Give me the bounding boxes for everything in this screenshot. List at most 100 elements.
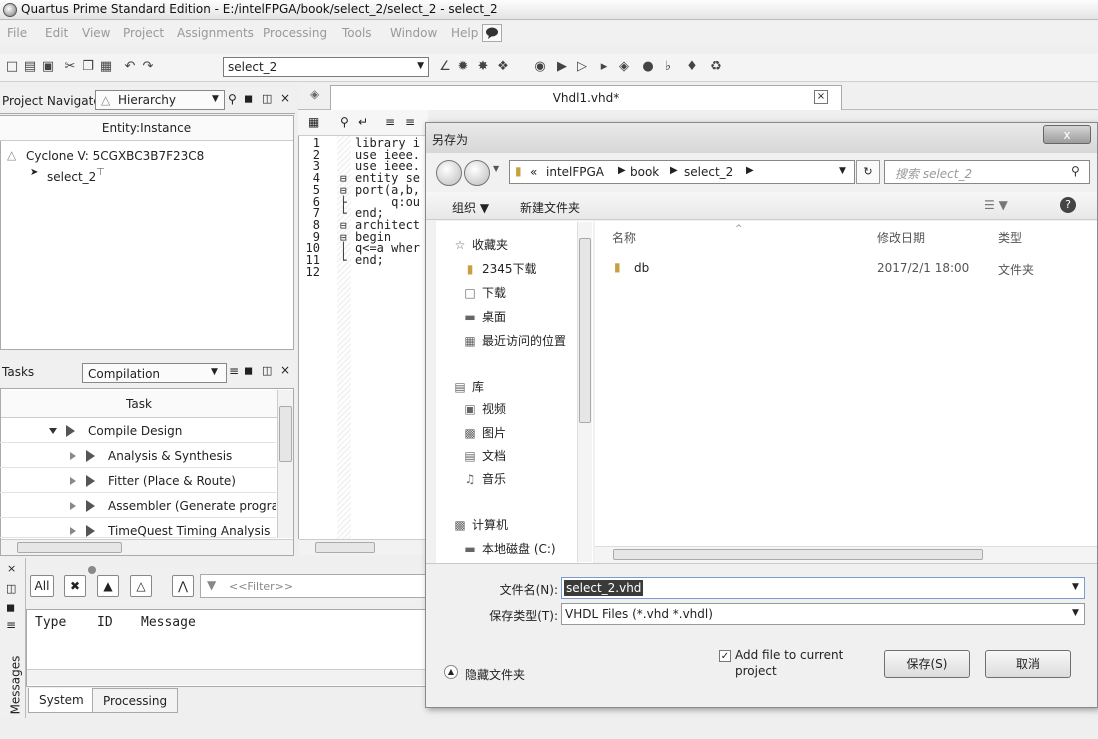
message-filter-input[interactable]: ▼ <<Filter>> xyxy=(200,574,426,598)
list-icon[interactable]: ≡ xyxy=(6,618,16,632)
entity-instance-column[interactable]: Entity:Instance xyxy=(0,116,293,141)
device-label[interactable]: Cyclone V: 5CGXBC3B7F23C8 xyxy=(26,149,204,163)
tab-vhdl1[interactable]: Vhdl1.vhd* xyxy=(330,85,842,110)
pin-icon[interactable]: ◼ xyxy=(244,364,253,377)
open-file-icon[interactable]: ▤ xyxy=(22,59,38,75)
search-input[interactable]: 搜索 select_2 ⚲ xyxy=(884,160,1090,184)
programmer-icon[interactable]: ● xyxy=(640,59,656,75)
start-compilation-icon[interactable]: ▶ xyxy=(554,59,570,75)
scroll-thumb[interactable] xyxy=(579,238,591,423)
undo-icon[interactable]: ↶ xyxy=(122,59,138,75)
tree-vscroll[interactable] xyxy=(577,222,592,562)
column-type[interactable]: Type xyxy=(35,615,66,630)
editor-hscroll[interactable] xyxy=(299,539,426,555)
suppressed-icon[interactable]: ⋀ xyxy=(172,575,194,597)
column-type[interactable]: 类型 xyxy=(998,229,1022,246)
play-icon[interactable] xyxy=(66,425,75,437)
play-icon[interactable] xyxy=(86,525,95,537)
settings-icon[interactable]: ✸ xyxy=(475,59,491,75)
indent-icon[interactable]: ≡ xyxy=(385,115,395,129)
cancel-button[interactable]: 取消 xyxy=(985,650,1071,678)
task-row-compile-design[interactable]: Compile Design xyxy=(0,418,276,443)
refresh-icon[interactable]: ↻ xyxy=(856,160,880,184)
organize-menu[interactable]: 组织 ▼ xyxy=(452,199,489,216)
menu-processing[interactable]: Processing xyxy=(263,26,327,40)
breadcrumb-book[interactable]: book xyxy=(630,165,659,179)
analysis-icon[interactable]: ▷ xyxy=(574,59,590,75)
breadcrumb-overflow[interactable]: « xyxy=(530,165,537,179)
column-date[interactable]: 修改日期 xyxy=(877,229,925,246)
critical-warning-icon[interactable]: ▲ xyxy=(97,575,119,597)
tab-processing[interactable]: Processing xyxy=(92,688,179,713)
scroll-thumb[interactable] xyxy=(279,406,292,462)
all-messages-button[interactable]: All xyxy=(30,575,54,597)
menu-file[interactable]: File xyxy=(7,26,27,40)
close-icon[interactable]: × xyxy=(280,91,290,105)
find-icon[interactable]: ⚲ xyxy=(340,115,349,129)
save-icon[interactable]: ▣ xyxy=(40,59,56,75)
tree-item-music[interactable]: ♫ 音乐 xyxy=(462,470,506,487)
search-icon[interactable]: ⚲ xyxy=(228,92,237,106)
outdent-icon[interactable]: ≡ xyxy=(405,115,415,129)
float-icon[interactable]: ◫ xyxy=(6,582,16,595)
play-icon[interactable] xyxy=(86,500,95,512)
expand-icon[interactable] xyxy=(70,502,76,510)
help-balloon-button[interactable] xyxy=(482,24,502,42)
tree-computer[interactable]: ▩ 计算机 xyxy=(452,516,508,533)
chevron-down-icon[interactable]: ▼ xyxy=(1072,582,1079,592)
dialog-close-button[interactable]: x xyxy=(1043,125,1091,144)
fold-marker-icon[interactable]: └ xyxy=(340,255,347,267)
task-row-fitter[interactable]: Fitter (Place & Route) xyxy=(0,468,276,493)
filetype-select[interactable]: VHDL Files (*.vhd *.vhdl) ▼ xyxy=(561,603,1085,625)
scroll-thumb[interactable] xyxy=(613,549,983,560)
tree-library[interactable]: ▤ 库 xyxy=(452,378,484,395)
chevron-down-icon[interactable]: ▼ xyxy=(493,164,499,173)
warning-icon[interactable]: △ xyxy=(130,575,152,597)
tree-item-desktop[interactable]: ▬ 桌面 xyxy=(462,308,506,325)
expand-icon[interactable] xyxy=(70,527,76,535)
code-line[interactable]: end; xyxy=(355,254,384,267)
project-combo[interactable]: select_2 ▼ xyxy=(223,57,429,77)
files-hscroll[interactable] xyxy=(595,546,1097,563)
help-icon[interactable]: ? xyxy=(1060,197,1076,213)
task-column-header[interactable]: Task xyxy=(1,390,277,418)
timing-icon[interactable]: ▸ xyxy=(596,59,612,75)
messages-hscroll[interactable] xyxy=(27,669,425,685)
tree-item-pictures[interactable]: ▩ 图片 xyxy=(462,424,506,441)
task-row-analysis[interactable]: Analysis & Synthesis xyxy=(0,443,276,468)
pin-icon[interactable]: ◼ xyxy=(6,601,15,614)
stop-icon[interactable]: ◉ xyxy=(532,59,548,75)
tree-item-videos[interactable]: ▣ 视频 xyxy=(462,400,506,417)
tree-item-downloads[interactable]: □ 下载 xyxy=(462,284,506,301)
menu-tools[interactable]: Tools xyxy=(342,26,372,40)
expand-icon[interactable] xyxy=(70,452,76,460)
scroll-thumb[interactable] xyxy=(17,542,122,553)
rtl-viewer-icon[interactable]: ♦ xyxy=(684,59,700,75)
expand-icon[interactable] xyxy=(70,477,76,485)
column-id[interactable]: ID xyxy=(97,615,113,630)
expand-icon[interactable] xyxy=(49,428,57,434)
task-row-timequest[interactable]: TimeQuest Timing Analysis xyxy=(0,518,276,538)
filename-input[interactable]: select_2.vhd ▼ xyxy=(561,577,1085,599)
breadcrumb-intelfpga[interactable]: intelFPGA xyxy=(546,165,604,179)
new-file-icon[interactable]: □ xyxy=(4,59,20,75)
cut-icon[interactable]: ✂ xyxy=(62,59,78,75)
menu-assignments[interactable]: Assignments xyxy=(177,26,254,40)
chevron-down-icon[interactable]: ▼ xyxy=(839,166,846,176)
new-folder-button[interactable]: 新建文件夹 xyxy=(520,199,580,216)
add-to-project-checkbox[interactable]: ✓ xyxy=(719,650,731,662)
float-icon[interactable]: ◫ xyxy=(262,364,272,377)
redo-icon[interactable]: ↷ xyxy=(140,59,156,75)
task-row-assembler[interactable]: Assembler (Generate programr xyxy=(0,493,276,518)
menu-help[interactable]: Help xyxy=(451,26,478,40)
menu-view[interactable]: View xyxy=(82,26,110,40)
column-message[interactable]: Message xyxy=(141,615,196,630)
menu-project[interactable]: Project xyxy=(123,26,164,40)
netlist-icon[interactable]: ♭ xyxy=(660,59,676,75)
tasks-flow-combo[interactable]: Compilation ▼ xyxy=(82,363,227,383)
assignment-editor-icon[interactable]: ✹ xyxy=(455,59,471,75)
pin-planner-icon[interactable]: ∠ xyxy=(437,59,453,75)
view-options-icon[interactable]: ☰ ▼ xyxy=(984,198,1008,212)
tasks-vscroll[interactable] xyxy=(277,390,293,538)
close-icon[interactable]: × xyxy=(7,562,16,575)
